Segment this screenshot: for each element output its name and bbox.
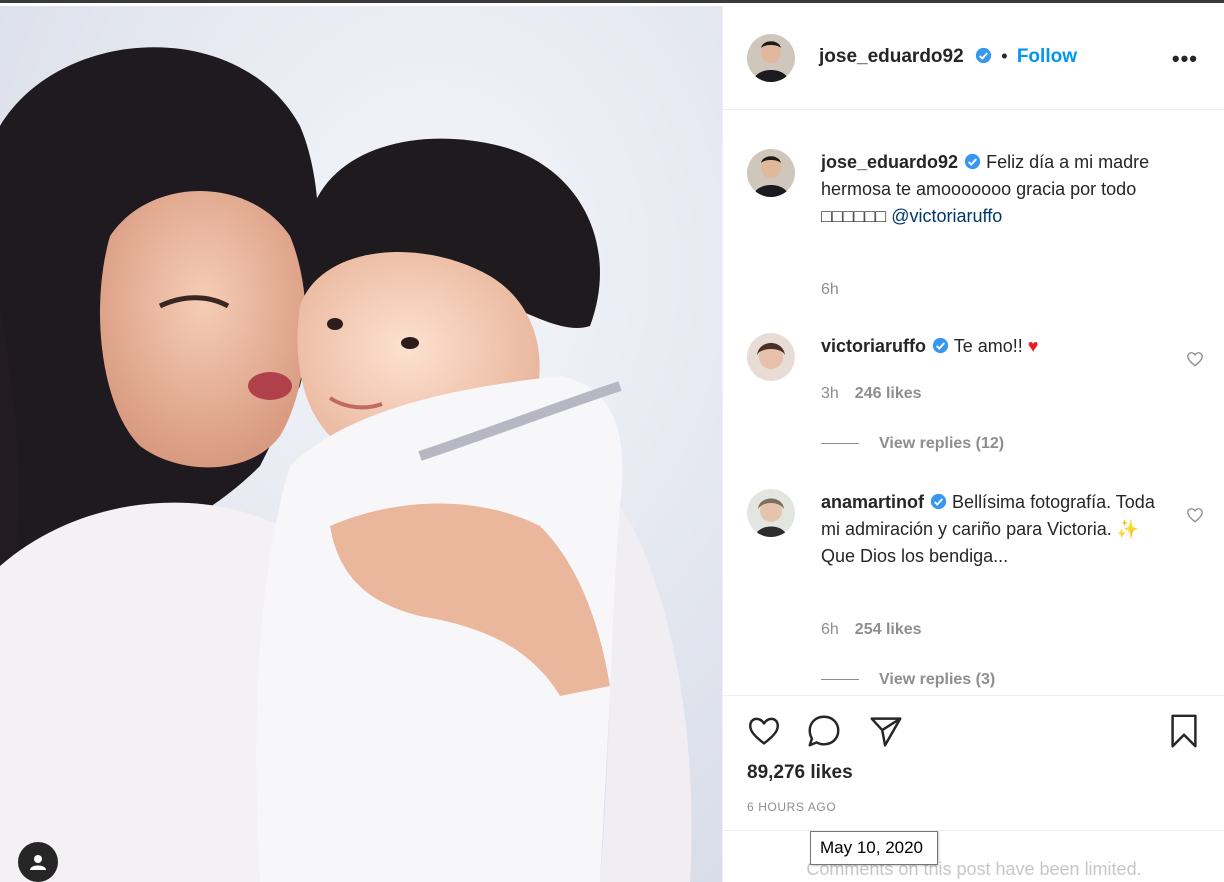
like-comment-heart-icon[interactable] (1185, 349, 1205, 369)
verified-badge-icon (930, 493, 947, 510)
instagram-post-window: jose_eduardo92 • Follow ••• jose_eduardo… (0, 0, 1224, 882)
comment-time[interactable]: 3h (821, 385, 839, 402)
tagged-user-icon[interactable] (18, 842, 58, 882)
like-comment-heart-icon[interactable] (1185, 505, 1205, 525)
comment-bubble-icon[interactable] (805, 712, 843, 750)
caption-time[interactable]: 6h (821, 281, 839, 298)
save-bookmark-icon[interactable] (1165, 712, 1203, 750)
follow-button[interactable]: Follow (1017, 46, 1077, 67)
red-heart-emoji: ♥ (1027, 336, 1039, 356)
post-image (0, 6, 722, 882)
like-heart-icon[interactable] (745, 712, 783, 750)
post-like-count[interactable]: 89,276 likes (747, 762, 853, 784)
author-username[interactable]: jose_eduardo92 (819, 46, 964, 67)
date-tooltip: May 10, 2020 (810, 831, 938, 865)
comment-item: anamartinof Bellísima fotografía. Toda m… (747, 489, 1207, 695)
comment-meta: 3h 246 likes (821, 385, 938, 403)
commenter-avatar[interactable] (747, 489, 795, 537)
post-timestamp[interactable]: 6 HOURS AGO (747, 800, 836, 814)
author-avatar[interactable] (747, 34, 795, 82)
caption: jose_eduardo92 Feliz día a mi madre herm… (747, 149, 1207, 309)
comment-body: anamartinof Bellísima fotografía. Toda m… (821, 489, 1161, 570)
comment-time[interactable]: 6h (821, 621, 839, 638)
share-send-icon[interactable] (867, 712, 905, 750)
caption-body: jose_eduardo92 Feliz día a mi madre herm… (821, 149, 1161, 230)
caption-meta: 6h (821, 281, 855, 299)
comments-list[interactable]: jose_eduardo92 Feliz día a mi madre herm… (723, 111, 1224, 695)
author-row: jose_eduardo92 • Follow (819, 46, 1077, 68)
view-replies-button[interactable]: View replies (12) (821, 435, 1004, 453)
comment-author[interactable]: anamartinof (821, 492, 924, 512)
post-header: jose_eduardo92 • Follow ••• (723, 6, 1224, 110)
caption-author-avatar[interactable] (747, 149, 795, 197)
caption-author[interactable]: jose_eduardo92 (821, 152, 958, 172)
comment-text: Te amo!! (953, 336, 1028, 356)
verified-badge-icon (975, 47, 992, 64)
view-replies-button[interactable]: View replies (3) (821, 671, 995, 689)
comment-meta: 6h 254 likes (821, 621, 938, 639)
verified-badge-icon (932, 337, 949, 354)
caption-mention-link[interactable]: @victoriaruffo (891, 206, 1002, 226)
verified-badge-icon (964, 153, 981, 170)
post-side-panel: jose_eduardo92 • Follow ••• jose_eduardo… (722, 6, 1224, 882)
comment-likes[interactable]: 254 likes (855, 621, 922, 638)
more-options-icon[interactable]: ••• (1172, 46, 1198, 72)
comment-body: victoriaruffo Te amo!! ♥ (821, 333, 1161, 360)
post-photo[interactable] (0, 6, 722, 882)
comment-likes[interactable]: 246 likes (855, 385, 922, 402)
separator-dot: • (1001, 46, 1008, 66)
commenter-avatar[interactable] (747, 333, 795, 381)
comments-limited-notice: Comments on this post have been limited. (723, 830, 1224, 880)
comment-author[interactable]: victoriaruffo (821, 336, 926, 356)
post-actions: 89,276 likes 6 HOURS AGO Comments on thi… (723, 695, 1224, 882)
comment-item: victoriaruffo Te amo!! ♥ 3h 246 likes Vie… (747, 333, 1207, 463)
